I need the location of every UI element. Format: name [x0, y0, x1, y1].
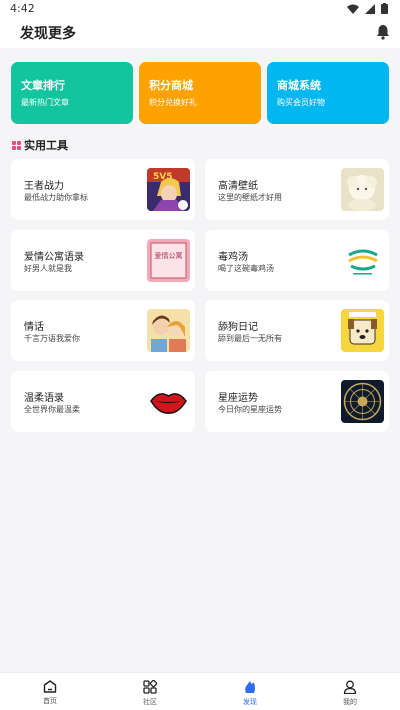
tool-title: 爱情公寓语录	[24, 252, 84, 263]
tool-card-gentle-quotes[interactable]: 温柔语录 全世界你最温柔	[11, 371, 195, 432]
home-icon	[43, 680, 57, 693]
banner-points-mall[interactable]: 积分商城 积分兑换好礼	[139, 62, 261, 124]
tool-title: 温柔语录	[24, 393, 64, 404]
tab-label: 我的	[343, 698, 357, 706]
love-apartment-poster-icon: 爱情公寓	[147, 239, 190, 282]
status-icons	[347, 3, 388, 14]
section-heading: 实用工具	[12, 137, 68, 153]
apps-grid-icon	[143, 680, 157, 694]
soup-logo-icon	[341, 239, 384, 282]
grid-icon	[12, 140, 21, 150]
tool-title: 舔狗日记	[218, 322, 258, 333]
banner-title: 文章排行	[21, 79, 65, 92]
hero-portrait-icon: 5V5	[147, 168, 190, 211]
signal-icon	[365, 3, 375, 14]
tool-subtitle: 舔到最后一无所有	[218, 334, 282, 343]
tool-card-dog-diary[interactable]: 舔狗日记 舔到最后一无所有	[205, 300, 389, 361]
tool-card-king-power[interactable]: 王者战力 最低战力助你拿标 5V5	[11, 159, 195, 220]
tab-community[interactable]: 社区	[100, 673, 200, 710]
tab-label: 首页	[43, 697, 57, 705]
tool-title: 高清壁纸	[218, 181, 258, 192]
status-time: 4:42	[10, 2, 35, 15]
tool-subtitle: 好男人就是我	[24, 264, 72, 273]
tab-label: 发现	[243, 698, 257, 706]
tool-card-poison-soup[interactable]: 毒鸡汤 喝了这碗毒鸡汤	[205, 230, 389, 291]
banner-article-ranking[interactable]: 文章排行 最新热门文章	[11, 62, 133, 124]
profile-icon	[343, 680, 357, 694]
tool-card-love-apartment[interactable]: 爱情公寓语录 好男人就是我 爱情公寓	[11, 230, 195, 291]
banner-title: 商城系统	[277, 79, 321, 92]
tool-subtitle: 喝了这碗毒鸡汤	[218, 264, 274, 273]
tool-subtitle: 最低战力助你拿标	[24, 193, 88, 202]
banner-subtitle: 购买会员好物	[277, 98, 325, 107]
banner-subtitle: 最新热门文章	[21, 98, 69, 107]
tool-title: 王者战力	[24, 181, 64, 192]
banner-mall-system[interactable]: 商城系统 购买会员好物	[267, 62, 389, 124]
banner-subtitle: 积分兑换好礼	[149, 98, 197, 107]
app-header: 发现更多	[0, 18, 400, 48]
bell-icon[interactable]	[376, 24, 390, 40]
tool-card-hd-wallpaper[interactable]: 高清壁纸 这里的壁纸才好用	[205, 159, 389, 220]
plush-sheep-icon	[341, 168, 384, 211]
bottom-tab-bar: 首页 社区 发现 我的	[0, 672, 400, 710]
tool-subtitle: 千言万语我爱你	[24, 334, 80, 343]
tool-subtitle: 今日你的星座运势	[218, 405, 282, 414]
page-title: 发现更多	[20, 26, 76, 42]
tab-label: 社区	[143, 698, 157, 706]
tool-card-horoscope[interactable]: 星座运势 今日你的星座运势	[205, 371, 389, 432]
svg-text:爱情公寓: 爱情公寓	[155, 251, 183, 260]
tab-discover[interactable]: 发现	[200, 673, 300, 710]
wifi-icon	[347, 4, 359, 14]
tool-title: 毒鸡汤	[218, 252, 248, 263]
zodiac-wheel-icon	[341, 380, 384, 423]
couple-illustration-icon	[147, 309, 190, 352]
tool-title: 情话	[24, 322, 44, 333]
section-title: 实用工具	[24, 139, 68, 152]
status-bar: 4:42	[0, 0, 400, 18]
discover-icon	[245, 681, 255, 693]
red-lips-icon	[147, 380, 190, 423]
tool-card-love-words[interactable]: 情话 千言万语我爱你	[11, 300, 195, 361]
tab-home[interactable]: 首页	[0, 673, 100, 710]
battery-icon	[381, 3, 388, 14]
tool-subtitle: 这里的壁纸才好用	[218, 193, 282, 202]
tool-title: 星座运势	[218, 393, 258, 404]
tab-profile[interactable]: 我的	[300, 673, 400, 710]
tool-subtitle: 全世界你最温柔	[24, 405, 80, 414]
banner-title: 积分商城	[149, 79, 193, 92]
dog-cartoon-icon	[341, 309, 384, 352]
